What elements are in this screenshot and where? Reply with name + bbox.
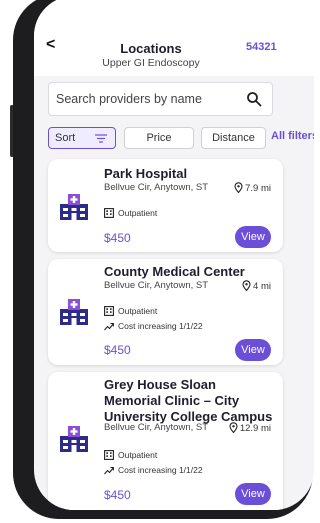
facility-type-tag: Outpatient bbox=[104, 306, 157, 316]
distance-value: 12.9 mi bbox=[239, 423, 271, 434]
provider-card[interactable]: County Medical Center Bellvue Cir, Anyto… bbox=[48, 259, 283, 365]
cost-trend-tag: Cost increasing 1/1/22 bbox=[104, 321, 203, 331]
hospital-icon bbox=[60, 426, 88, 452]
cost-trend-label: Cost increasing 1/1/22 bbox=[118, 321, 203, 331]
location-pin-icon bbox=[234, 182, 243, 194]
provider-address: Bellvue Cir, Anytown, ST bbox=[104, 280, 209, 291]
trending-up-icon bbox=[104, 323, 114, 331]
provider-price: $450 bbox=[104, 231, 131, 245]
view-button[interactable]: View bbox=[235, 483, 271, 505]
provider-address: Bellvue Cir, Anytown, ST bbox=[104, 422, 209, 433]
facility-type-label: Outpatient bbox=[118, 208, 158, 218]
all-filters-link[interactable]: All filters bbox=[271, 130, 314, 142]
search-input[interactable]: Search providers by name bbox=[48, 82, 273, 116]
provider-price: $450 bbox=[104, 488, 131, 502]
price-filter-button[interactable]: Price bbox=[124, 127, 194, 149]
zip-code-link[interactable]: 54321 bbox=[246, 41, 277, 53]
hospital-icon bbox=[60, 299, 88, 325]
provider-card[interactable]: Park Hospital Bellvue Cir, Anytown, ST 7… bbox=[48, 159, 283, 252]
provider-name: Grey House Sloan Memorial Clinic – City … bbox=[104, 377, 273, 424]
provider-name: County Medical Center bbox=[104, 264, 245, 279]
facility-type-tag: Outpatient bbox=[104, 208, 157, 218]
trending-up-icon bbox=[104, 467, 114, 475]
building-icon bbox=[104, 306, 114, 316]
distance-readout: 4 mi bbox=[242, 280, 271, 292]
search-placeholder: Search providers by name bbox=[56, 92, 202, 106]
page-title: Locations bbox=[120, 41, 182, 56]
search-icon[interactable] bbox=[246, 91, 262, 107]
provider-price: $450 bbox=[104, 343, 131, 357]
distance-filter-button[interactable]: Distance bbox=[201, 127, 266, 149]
distance-readout: 7.9 mi bbox=[234, 182, 271, 194]
facility-type-label: Outpatient bbox=[118, 450, 158, 460]
distance-value: 4 mi bbox=[253, 281, 271, 292]
page-subtitle: Upper GI Endoscopy bbox=[102, 57, 200, 69]
provider-address: Bellvue Cir, Anytown, ST bbox=[104, 182, 209, 193]
building-icon bbox=[104, 208, 114, 218]
distance-value: 7.9 mi bbox=[245, 183, 271, 194]
distance-readout: 12.9 mi bbox=[229, 422, 271, 434]
facility-type-label: Outpatient bbox=[118, 306, 158, 316]
facility-type-tag: Outpatient bbox=[104, 450, 157, 460]
view-button[interactable]: View bbox=[235, 339, 271, 361]
provider-card[interactable]: Grey House Sloan Memorial Clinic – City … bbox=[48, 372, 283, 510]
hospital-icon bbox=[60, 194, 88, 220]
cost-trend-label: Cost increasing 1/1/22 bbox=[118, 465, 203, 475]
phone-frame: < Locations Upper GI Endoscopy 54321 Sea… bbox=[13, 0, 314, 519]
sort-label: Sort bbox=[55, 132, 76, 144]
cost-trend-tag: Cost increasing 1/1/22 bbox=[104, 465, 203, 475]
sort-lines-icon bbox=[95, 134, 107, 143]
location-pin-icon bbox=[242, 280, 251, 292]
building-icon bbox=[104, 450, 114, 460]
sort-button[interactable]: Sort bbox=[48, 127, 116, 149]
app-screen: < Locations Upper GI Endoscopy 54321 Sea… bbox=[34, 0, 314, 510]
view-button[interactable]: View bbox=[235, 226, 271, 248]
header: < Locations Upper GI Endoscopy 54321 bbox=[34, 0, 314, 76]
location-pin-icon bbox=[229, 422, 238, 434]
provider-name: Park Hospital bbox=[104, 166, 188, 181]
